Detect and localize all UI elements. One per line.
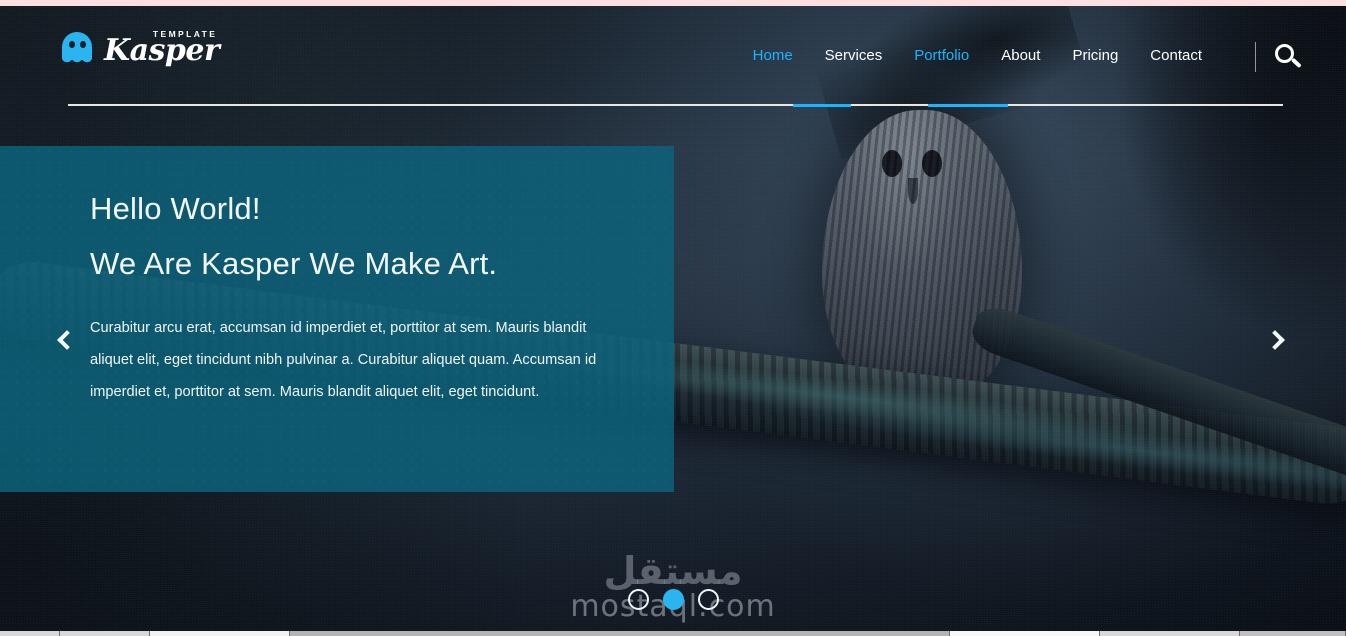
site-logo[interactable]: TEMPLATE Kasper <box>62 29 220 68</box>
chevron-right-icon[interactable] <box>1264 330 1290 360</box>
nav-item-services[interactable]: Services <box>809 6 899 106</box>
logo-eyebrow: TEMPLATE <box>152 29 218 39</box>
main-navigation: Home Services Portfolio About Pricing Co… <box>737 6 1218 106</box>
os-taskbar <box>0 631 1346 636</box>
carousel-bullet-1[interactable] <box>627 589 649 610</box>
logo-name: Kasper <box>104 33 220 68</box>
hero-text-panel: Hello World! We Are Kasper We Make Art. … <box>0 146 674 492</box>
taskbar-item[interactable] <box>60 631 150 636</box>
chevron-left-icon[interactable] <box>56 330 82 360</box>
carousel-bullet-3[interactable] <box>697 589 719 610</box>
taskbar-item[interactable] <box>150 631 290 636</box>
hero-paragraph: Curabitur arcu erat, accumsan id imperdi… <box>90 320 597 400</box>
taskbar-item[interactable] <box>1240 631 1346 636</box>
logo-wordmark: TEMPLATE Kasper <box>104 29 220 68</box>
search-icon[interactable] <box>1274 44 1302 72</box>
nav-item-pricing[interactable]: Pricing <box>1056 6 1134 106</box>
taskbar-item[interactable] <box>290 631 950 636</box>
nav-item-about[interactable]: About <box>985 6 1056 106</box>
taskbar-item[interactable] <box>950 631 1100 636</box>
header-divider <box>1255 42 1256 72</box>
ghost-icon <box>62 32 92 68</box>
nav-item-portfolio[interactable]: Portfolio <box>898 6 985 106</box>
taskbar-item[interactable] <box>1100 631 1240 636</box>
hero-page: TEMPLATE Kasper Home Services Portfolio … <box>0 6 1346 632</box>
header-underline-rule <box>68 104 1283 107</box>
nav-item-home[interactable]: Home <box>737 6 809 106</box>
site-header: TEMPLATE Kasper Home Services Portfolio … <box>0 6 1346 106</box>
taskbar-item[interactable] <box>0 631 60 636</box>
hero-heading-line-2: We Are Kasper We Make Art. <box>90 246 498 281</box>
nav-item-contact[interactable]: Contact <box>1134 6 1218 106</box>
header-rule-active-segment-1 <box>793 104 851 107</box>
header-rule-active-segment-2 <box>928 104 1008 107</box>
hero-heading-line-1: Hello World! <box>90 191 261 226</box>
carousel-bullet-2[interactable] <box>662 589 684 610</box>
carousel-bullets <box>0 589 1346 610</box>
